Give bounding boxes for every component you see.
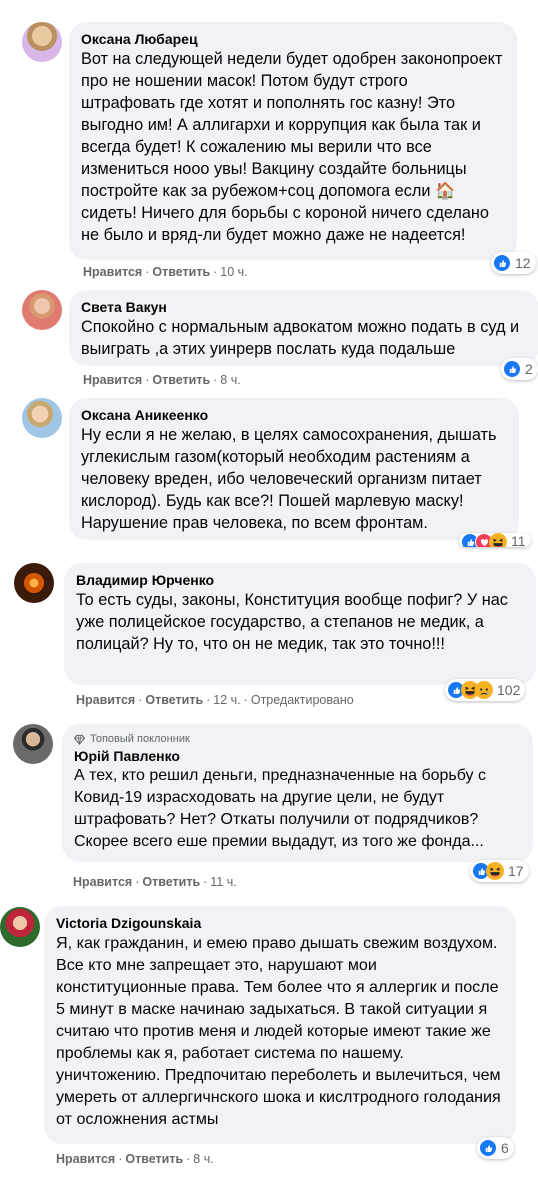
reaction-summary[interactable]: 12	[491, 252, 536, 274]
comment-author[interactable]: Света Вакун	[81, 298, 527, 316]
reaction-summary[interactable]: 2	[501, 358, 538, 380]
comment-bubble: Владимир Юрченко То есть суды, законы, К…	[64, 563, 536, 685]
like-icon	[503, 360, 521, 378]
reaction-count: 11	[511, 533, 526, 547]
comment-author[interactable]: Юрій Павленко	[74, 747, 521, 765]
avatar[interactable]	[22, 290, 62, 330]
comment-text: А тех, кто решил деньги, предназначенные…	[74, 767, 486, 850]
haha-icon	[489, 533, 507, 547]
comment-bubble: Оксана Любарец Вот на следующей недели б…	[69, 22, 517, 260]
comment-bubble: Света Вакун Спокойно с нормальным адвока…	[69, 290, 538, 366]
comment-actions: Нравится · Ответить · 12 ч. · Отредактировано	[76, 693, 354, 707]
comment-actions: Нравится · Ответить · 11 ч.	[73, 875, 237, 889]
reaction-summary[interactable]: 11	[459, 533, 531, 547]
haha-icon	[486, 862, 504, 880]
like-icon	[479, 1139, 497, 1157]
reply-button[interactable]: Ответить	[152, 265, 210, 279]
comment-author[interactable]: Оксана Аникеенко	[81, 406, 507, 424]
comment-text: Ну если я не желаю, в целях самосохранен…	[81, 426, 497, 532]
like-icon	[493, 254, 511, 272]
comment-timestamp[interactable]: 8 ч.	[193, 1152, 213, 1166]
reaction-summary[interactable]: 102	[445, 679, 526, 701]
avatar[interactable]	[22, 398, 62, 438]
avatar[interactable]	[14, 563, 54, 603]
comment-author[interactable]: Владимир Юрченко	[76, 571, 524, 589]
comment-actions: Нравится · Ответить · 10 ч.	[83, 265, 248, 279]
like-button[interactable]: Нравится	[83, 373, 142, 387]
sad-icon	[475, 681, 493, 699]
reaction-count: 2	[525, 361, 533, 377]
like-button[interactable]: Нравится	[73, 875, 132, 889]
comment-timestamp[interactable]: 10 ч.	[220, 265, 247, 279]
comment-timestamp[interactable]: 11 ч.	[210, 875, 236, 889]
comment-text: Спокойно с нормальным адвокатом можно по…	[81, 318, 520, 358]
comment-bubble: Victoria Dzigounskaia Я, как гражданин, …	[44, 906, 516, 1144]
like-button[interactable]: Нравится	[76, 693, 135, 707]
comment-actions: Нравится · Ответить · 8 ч.	[56, 1152, 214, 1166]
reaction-count: 6	[501, 1140, 509, 1156]
like-button[interactable]: Нравится	[83, 265, 142, 279]
reaction-count: 102	[497, 682, 521, 698]
comment-text: То есть суды, законы, Конституция вообще…	[76, 591, 508, 653]
avatar[interactable]	[22, 22, 62, 62]
comment-timestamp[interactable]: 12 ч.	[213, 693, 240, 707]
comment-bubble: Оксана Аникеенко Ну если я не желаю, в ц…	[69, 398, 519, 540]
reaction-count: 12	[515, 255, 531, 271]
comment-actions: Нравится · Ответить · 8 ч.	[83, 373, 241, 387]
like-button[interactable]: Нравится	[56, 1152, 115, 1166]
reply-button[interactable]: Ответить	[152, 373, 210, 387]
reaction-summary[interactable]: 17	[470, 860, 529, 882]
comment-author[interactable]: Victoria Dzigounskaia	[56, 914, 504, 932]
edited-label: Отредактировано	[250, 693, 354, 707]
reaction-count: 17	[508, 863, 524, 879]
avatar[interactable]	[13, 724, 53, 764]
reaction-summary[interactable]: 6	[477, 1137, 514, 1159]
comment-author[interactable]: Оксана Любарец	[81, 30, 505, 48]
avatar[interactable]	[0, 907, 40, 947]
reply-button[interactable]: Ответить	[142, 875, 200, 889]
comment-text: Я, как гражданин, и емею право дышать св…	[56, 934, 501, 1128]
badge-label: Топовый поклонник	[90, 733, 190, 745]
reply-button[interactable]: Ответить	[125, 1152, 183, 1166]
reply-button[interactable]: Ответить	[145, 693, 203, 707]
top-fan-badge[interactable]: Топовый поклонник	[74, 732, 521, 746]
comment-bubble: Топовый поклонник Юрій Павленко А тех, к…	[62, 724, 533, 862]
diamond-badge-icon	[74, 734, 85, 745]
comment-timestamp[interactable]: 8 ч.	[220, 373, 240, 387]
comment-text: Вот на следующей недели будет одобрен за…	[81, 50, 503, 244]
